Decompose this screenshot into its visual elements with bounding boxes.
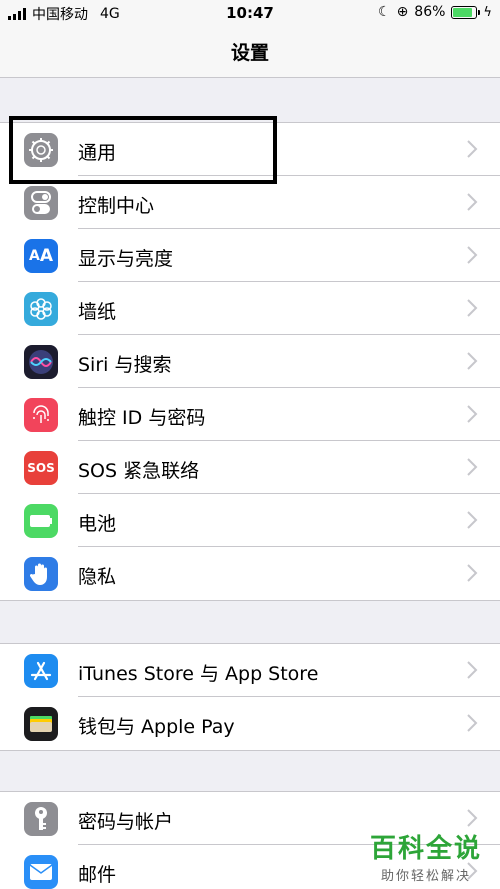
chevron-right-icon xyxy=(467,352,478,370)
settings-row-touch-id[interactable]: 触控 ID 与密码 xyxy=(0,388,500,441)
chevron-right-icon xyxy=(467,405,478,423)
settings-row-wallpaper[interactable]: 墙纸 xyxy=(0,282,500,335)
orientation-lock-icon: ⊕ xyxy=(396,4,409,20)
battery-icon xyxy=(451,5,481,19)
highlight-box xyxy=(9,116,277,184)
row-label: 隐私 xyxy=(78,566,117,588)
chevron-right-icon xyxy=(467,458,478,476)
settings-row-battery[interactable]: 电池 xyxy=(0,494,500,547)
watermark: 百科全说 助你轻松解决 xyxy=(370,828,482,884)
settings-row-siri[interactable]: Siri 与搜索 xyxy=(0,335,500,388)
chevron-right-icon xyxy=(467,564,478,582)
settings-row-sos[interactable]: SOS SOS 紧急联络 xyxy=(0,441,500,494)
status-right: ☾ ⊕ 86% ϟ xyxy=(378,4,492,20)
row-label: 触控 ID 与密码 xyxy=(78,407,206,429)
row-label: 墙纸 xyxy=(78,301,117,323)
row-label: 显示与亮度 xyxy=(78,248,174,270)
sos-icon: SOS xyxy=(24,451,58,485)
row-label: iTunes Store 与 App Store xyxy=(78,663,319,685)
watermark-title: 百科全说 xyxy=(369,834,482,864)
page-title: 设置 xyxy=(230,42,269,64)
settings-row-app-store[interactable]: iTunes Store 与 App Store xyxy=(0,644,500,697)
chevron-right-icon xyxy=(467,193,478,211)
moon-icon: ☾ xyxy=(378,4,391,20)
siri-icon xyxy=(24,345,58,379)
chevron-right-icon xyxy=(467,661,478,679)
status-bar: 中国移动 4G 10:47 ☾ ⊕ 86% ϟ xyxy=(0,0,500,26)
settings-row-display[interactable]: AA 显示与亮度 xyxy=(0,229,500,282)
hand-icon xyxy=(24,557,58,591)
fingerprint-icon xyxy=(24,398,58,432)
charging-icon: ϟ xyxy=(483,4,492,20)
chevron-right-icon xyxy=(467,809,478,827)
battery-icon xyxy=(24,504,58,538)
battery-percent: 86% xyxy=(414,4,446,20)
chevron-right-icon xyxy=(467,511,478,529)
row-label: 密码与帐户 xyxy=(78,811,174,833)
row-label: 控制中心 xyxy=(78,195,155,217)
key-icon xyxy=(24,802,58,836)
chevron-right-icon xyxy=(467,246,478,264)
flower-icon xyxy=(24,292,58,326)
wallet-icon xyxy=(24,707,58,741)
settings-row-privacy[interactable]: 隐私 xyxy=(0,547,500,600)
row-label: 邮件 xyxy=(78,864,117,886)
row-label: Siri 与搜索 xyxy=(78,354,172,376)
toggle-icon xyxy=(24,186,58,220)
row-label: SOS 紧急联络 xyxy=(78,460,200,482)
nav-bar: 设置 xyxy=(0,26,500,78)
row-label: 钱包与 Apple Pay xyxy=(78,716,235,738)
settings-group-1: 通用 控制中心 AA 显示与亮度 墙纸 Siri 与搜索 触控 ID 与密码 S… xyxy=(0,122,500,601)
chevron-right-icon xyxy=(467,714,478,732)
settings-group-2: iTunes Store 与 App Store 钱包与 Apple Pay xyxy=(0,643,500,751)
watermark-subtitle: 助你轻松解决 xyxy=(380,869,471,884)
app-store-icon xyxy=(24,654,58,688)
settings-row-wallet[interactable]: 钱包与 Apple Pay xyxy=(0,697,500,750)
text-size-icon: AA xyxy=(24,239,58,273)
row-label: 电池 xyxy=(78,513,117,535)
chevron-right-icon xyxy=(467,299,478,317)
chevron-right-icon xyxy=(467,140,478,158)
mail-icon xyxy=(24,855,58,889)
